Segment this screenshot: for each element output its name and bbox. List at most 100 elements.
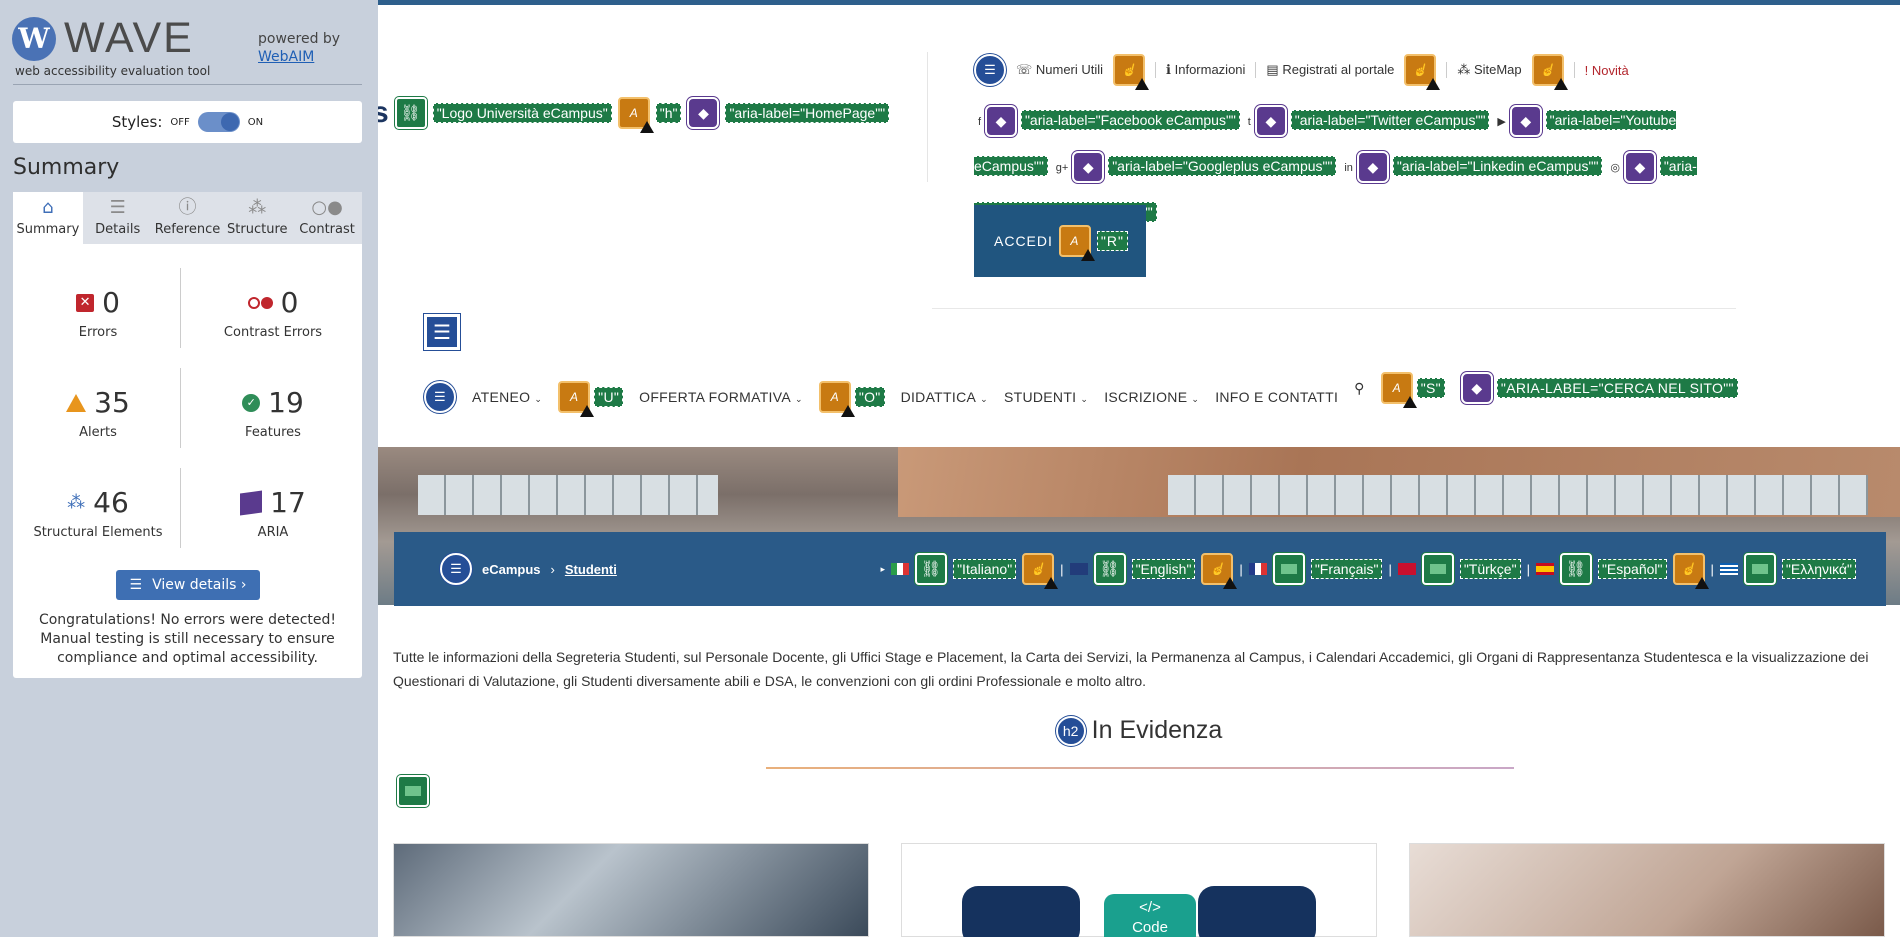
aria-icon	[240, 489, 263, 516]
googleplus-icon[interactable]: g+	[1056, 162, 1069, 174]
link-icon[interactable]: ⛓	[394, 97, 427, 129]
util-registrati[interactable]: ▤ Registrati al portale	[1266, 62, 1394, 78]
nav-offerta-formativa[interactable]: OFFERTA FORMATIVA ⌄	[639, 389, 803, 405]
aria-icon[interactable]: ◆	[1356, 151, 1389, 184]
h2-icon: h2	[1055, 716, 1086, 747]
main-logo-list-icon[interactable]: ☰	[424, 314, 460, 350]
twitter-icon[interactable]: t	[1248, 116, 1251, 128]
alert-icon[interactable]: ☝	[1022, 553, 1059, 589]
breadcrumb-current[interactable]: Studenti	[565, 562, 617, 577]
youtube-icon[interactable]: ▶	[1497, 116, 1505, 128]
facebook-icon[interactable]: f	[978, 116, 981, 128]
congrats-message: Congratulations! No errors were detected…	[38, 612, 337, 666]
alert-icon[interactable]: A	[1380, 372, 1417, 408]
chevron-down-icon: ⌄	[980, 394, 988, 404]
nav-didattica[interactable]: DIDATTICA ⌄	[901, 389, 988, 405]
wave-tagline: web accessibility evaluation tool	[15, 64, 211, 78]
util-sitemap[interactable]: ⁂ SiteMap	[1457, 62, 1521, 78]
link-icon[interactable]: ⛓	[915, 553, 948, 585]
list-icon[interactable]: ☰	[424, 381, 456, 413]
home-aria-label: "aria-label="HomePage""	[725, 103, 890, 123]
aria-icon[interactable]: ◆	[687, 97, 720, 129]
search-icon[interactable]: ⚲	[1354, 380, 1365, 397]
logo-fragment: s	[378, 96, 389, 129]
divider	[180, 468, 181, 548]
instagram-icon[interactable]: ◎	[1610, 162, 1620, 174]
alerts-stat[interactable]: 35 Alerts	[18, 386, 178, 440]
linkedin-icon[interactable]: in	[1344, 162, 1353, 174]
image-icon[interactable]	[1743, 553, 1776, 585]
alert-icon[interactable]: A	[818, 381, 855, 417]
accedi-tag: "R"	[1096, 231, 1128, 251]
aria-icon[interactable]: ◆	[1254, 105, 1287, 138]
lang-italiano[interactable]: "Italiano"	[953, 559, 1017, 579]
googleplus-aria-label: "aria-label="Googleplus eCampus""	[1108, 156, 1337, 176]
lang-ellinika[interactable]: "Ελληνικά"	[1781, 559, 1856, 579]
lang-francais[interactable]: "Français"	[1310, 559, 1383, 579]
styles-toggle-row: Styles: OFF ON	[13, 101, 362, 143]
powered-by: powered by WebAIM	[258, 31, 341, 65]
link-icon[interactable]: ⛓	[1093, 553, 1126, 585]
image-icon[interactable]	[1272, 553, 1305, 585]
lang-turkce[interactable]: "Türkçe"	[1459, 559, 1521, 579]
list-icon: ☰	[129, 577, 143, 593]
aria-stat[interactable]: 17 ARIA	[193, 486, 353, 540]
divider	[1255, 62, 1257, 78]
alert-icon[interactable]: A	[558, 381, 595, 417]
tab-reference[interactable]: ⓘ Reference	[153, 192, 223, 244]
divider	[932, 308, 1736, 309]
alert-icon[interactable]: ☝	[1113, 54, 1150, 90]
card-image-2[interactable]: </> Code	[901, 843, 1377, 937]
aria-icon[interactable]: ◆	[985, 105, 1018, 138]
alert-icon[interactable]: ☝	[1201, 553, 1238, 589]
tab-summary[interactable]: ⌂ Summary	[13, 192, 83, 244]
tab-details[interactable]: ☰ Details	[83, 192, 153, 244]
webaim-link[interactable]: WebAIM	[258, 49, 314, 65]
alert-icon[interactable]: A	[617, 97, 654, 133]
contrast-error-icon	[247, 296, 273, 309]
util-informazioni[interactable]: ℹ Informazioni	[1166, 62, 1245, 78]
aria-icon[interactable]: ◆	[1623, 151, 1656, 184]
twitter-aria-label: "aria-label="Twitter eCampus""	[1290, 110, 1490, 130]
divider	[180, 268, 181, 348]
card-image-3[interactable]	[1409, 843, 1885, 937]
styles-toggle[interactable]	[197, 112, 240, 132]
wave-logo[interactable]: W WAVE	[12, 14, 194, 63]
list-icon[interactable]: ☰	[974, 54, 1006, 86]
nav-info-contatti[interactable]: INFO E CONTATTI	[1215, 389, 1338, 405]
nav-studenti[interactable]: STUDENTI ⌄	[1004, 389, 1088, 405]
divider: |	[1710, 561, 1714, 577]
image-icon[interactable]	[397, 775, 429, 807]
card-image-1[interactable]	[393, 843, 869, 937]
lang-english[interactable]: "English"	[1131, 559, 1196, 579]
link-icon[interactable]: ⛓	[1559, 553, 1592, 585]
features-stat[interactable]: ✓ 19 Features	[193, 386, 353, 440]
breadcrumb-home[interactable]: eCampus	[482, 562, 541, 577]
util-novita[interactable]: ! Novità	[1585, 63, 1629, 78]
search-aria-label: "ARIA-LABEL="CERCA NEL SITO""	[1496, 378, 1738, 398]
tab-contrast[interactable]: ○● Contrast	[292, 192, 362, 244]
image-icon[interactable]	[1421, 553, 1454, 585]
list-icon[interactable]: ☰	[440, 553, 472, 585]
alert-icon[interactable]: ☝	[1404, 54, 1441, 90]
errors-stat[interactable]: ✕ 0 Errors	[18, 286, 178, 340]
tab-structure[interactable]: ⁂ Structure	[222, 192, 292, 244]
alert-icon[interactable]: ☝	[1531, 54, 1568, 90]
accedi-button[interactable]: ACCEDI A "R"	[974, 205, 1146, 277]
aria-icon[interactable]: ◆	[1072, 151, 1105, 184]
view-details-button[interactable]: ☰ View details ›	[116, 570, 260, 600]
alert-icon[interactable]: ☝	[1672, 553, 1709, 589]
structure-icon: ⁂	[248, 197, 267, 218]
aria-icon[interactable]: ◆	[1509, 105, 1542, 138]
app-icon	[1198, 886, 1316, 937]
lang-espanol[interactable]: "Español"	[1597, 559, 1667, 579]
nav-ateneo[interactable]: ATENEO ⌄	[472, 389, 542, 405]
structural-stat[interactable]: ⁂ 46 Structural Elements	[18, 486, 178, 540]
facebook-aria-label: "aria-label="Facebook eCampus""	[1020, 110, 1240, 130]
contrast-errors-stat[interactable]: 0 Contrast Errors	[193, 286, 353, 340]
nav-iscrizione[interactable]: ISCRIZIONE ⌄	[1104, 389, 1199, 405]
util-numeri-utili[interactable]: ☏ Numeri Utili	[1016, 62, 1103, 78]
wave-tabs: ⌂ Summary ☰ Details ⓘ Reference ⁂ Structure …	[13, 192, 362, 244]
aria-icon[interactable]: ◆	[1460, 372, 1493, 404]
info-icon: ⓘ	[178, 197, 197, 218]
